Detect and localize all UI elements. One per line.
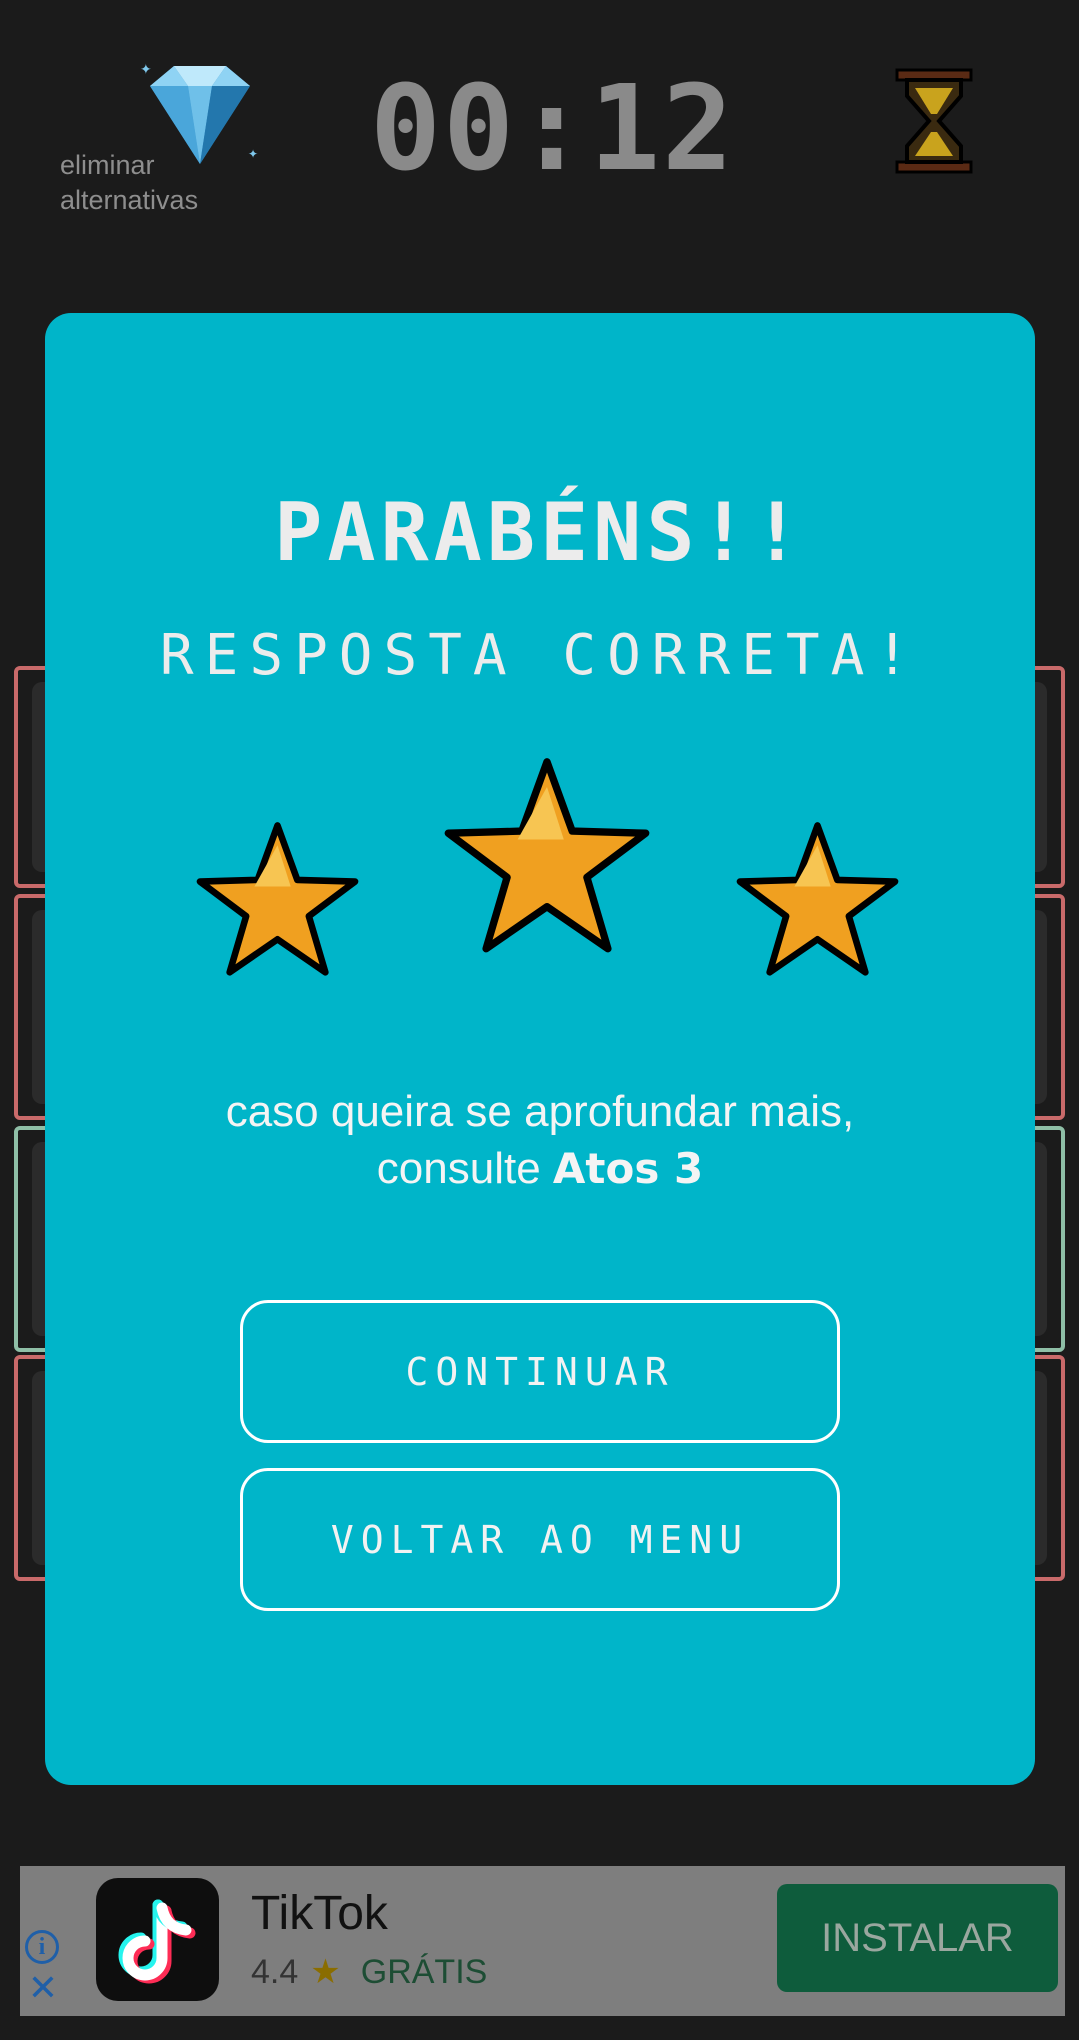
consult-label: consulte [376,1144,541,1193]
game-screen: ✦ ✦ eliminar alternativas 00:12 PARABÉNS… [0,0,1079,2040]
info-line-2: consulte Atos 3 [45,1140,1035,1197]
star-icon [736,822,899,976]
ad-banner[interactable]: i ✕ TikTok 4.4 ★ GRÁTIS INSTALAR [20,1866,1065,2016]
svg-text:✦: ✦ [140,62,152,78]
star-icon [196,822,359,976]
close-icon[interactable]: ✕ [26,1970,60,2008]
ad-price: GRÁTIS [360,1953,488,1991]
bible-reference: Atos 3 [552,1144,704,1193]
info-icon[interactable]: i [25,1930,59,1964]
study-reference-text: caso queira se aprofundar mais, consulte… [45,1083,1035,1197]
powerup-label: eliminar alternativas [60,150,199,215]
back-to-menu-button[interactable]: VOLTAR AO MENU [240,1468,840,1611]
countdown-timer: 00:12 [370,59,736,197]
dialog-subtitle: RESPOSTA CORRETA! [159,623,921,688]
star-icon [444,758,650,953]
star-icon: ★ [310,1953,341,1991]
tiktok-note-icon [118,1899,196,1984]
eliminate-alternatives-powerup[interactable]: ✦ ✦ eliminar alternativas [60,60,280,230]
dialog-title: PARABÉNS!! [274,486,806,579]
install-button[interactable]: INSTALAR [777,1884,1058,1992]
result-dialog: PARABÉNS!! RESPOSTA CORRETA! caso queira… [45,313,1035,1785]
ad-rating-value: 4.4 [251,1953,299,1991]
tiktok-logo-icon [96,1878,219,2001]
continue-button[interactable]: CONTINUAR [240,1300,840,1443]
info-line-1: caso queira se aprofundar mais, [225,1087,855,1136]
ad-rating-row: 4.4 ★ GRÁTIS [251,1952,487,1992]
hourglass-icon [895,68,973,174]
ad-app-name: TikTok [251,1887,388,1940]
